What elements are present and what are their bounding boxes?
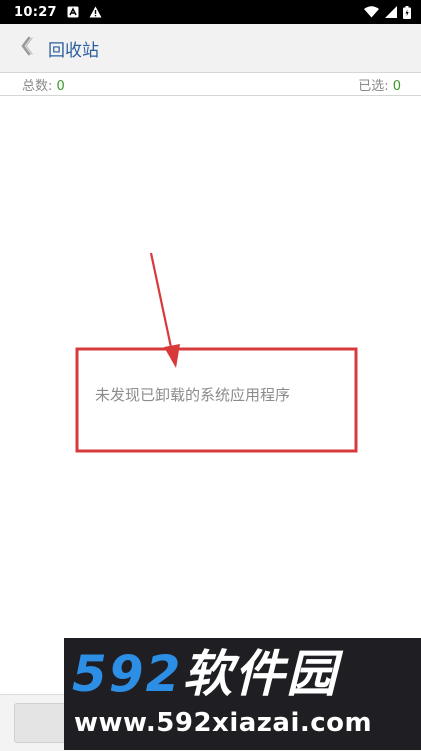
watermark-logo-text: 软件园 (182, 645, 339, 703)
total-count-value: 0 (56, 78, 65, 94)
status-right (364, 5, 411, 19)
battery-icon (403, 5, 411, 19)
annotation-arrow (149, 252, 180, 368)
notification-a-icon (67, 3, 79, 22)
back-button[interactable] (10, 24, 44, 72)
warning-icon (89, 3, 102, 22)
watermark-logo-number: 592 (72, 645, 183, 703)
page-title: 回收站 (48, 40, 99, 61)
selected-count-value: 0 (392, 78, 401, 94)
status-left: 10:27 (14, 3, 102, 22)
watermark-logo: 592软件园 (72, 646, 338, 702)
total-count-label: 总数: (22, 78, 53, 94)
chevron-left-icon (20, 36, 34, 60)
watermark: 592软件园 www.592xiazai.com (64, 638, 421, 750)
signal-icon (385, 6, 397, 18)
selected-count: 已选: 0 (358, 75, 401, 94)
status-bar: 10:27 (0, 0, 421, 24)
app-bar: 回收站 (0, 24, 421, 72)
watermark-url: www.592xiazai.com (74, 708, 373, 738)
total-count: 总数: 0 (22, 75, 65, 94)
counts-row: 总数: 0 已选: 0 (0, 72, 421, 96)
selected-count-label: 已选: (358, 78, 389, 94)
status-time: 10:27 (14, 4, 57, 20)
wifi-icon (364, 6, 379, 18)
empty-state-message: 未发现已卸载的系统应用程序 (95, 386, 291, 404)
